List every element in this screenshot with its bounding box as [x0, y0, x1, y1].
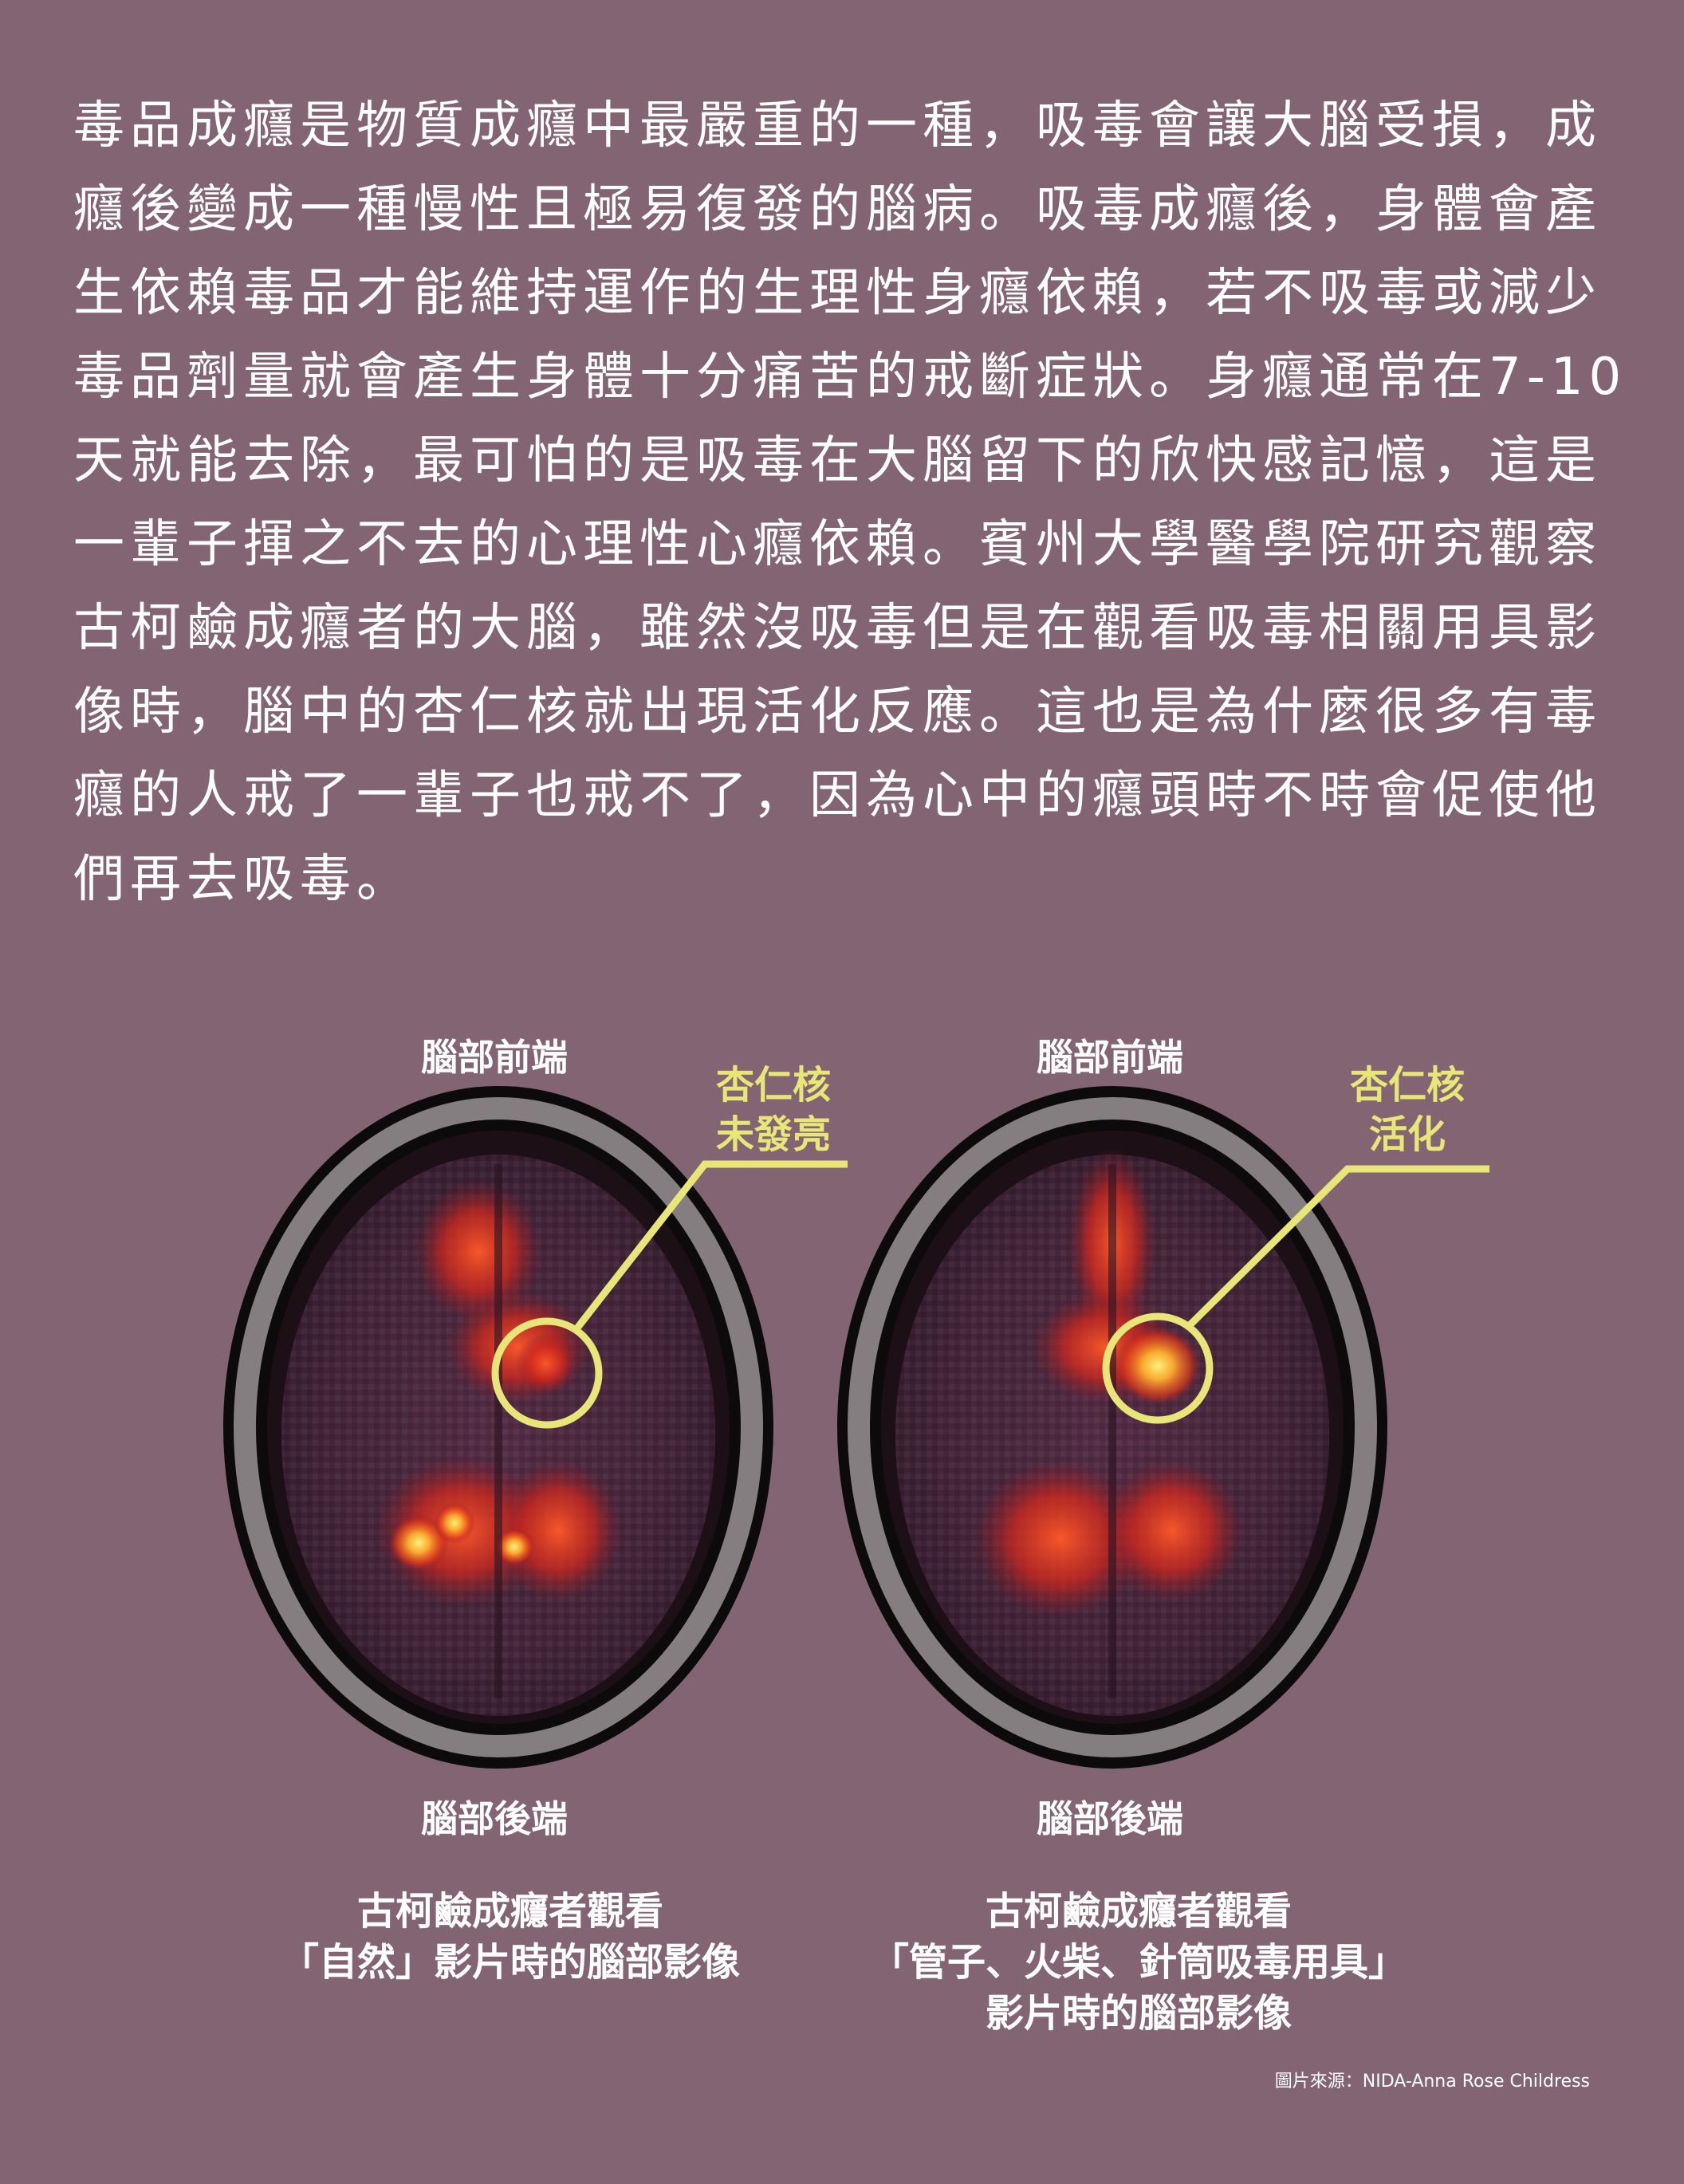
right-back-label: 腦部後端	[1037, 1797, 1183, 1840]
left-front-label: 腦部前端	[421, 1036, 568, 1079]
left-caption-line: 古柯鹼成癮者觀看	[356, 1889, 664, 1934]
left-callout-label: 杏仁核 未發亮	[716, 1061, 831, 1159]
right-caption-line: 「管子、火柴、針筒吸毒用具」	[870, 1940, 1407, 1985]
left-brain-scan	[223, 1086, 848, 1769]
right-callout-line: 杏仁核	[1349, 1063, 1466, 1108]
right-front-label: 腦部前端	[1037, 1036, 1183, 1079]
left-back-label: 腦部後端	[421, 1797, 568, 1840]
left-callout-line: 杏仁核	[715, 1063, 832, 1108]
right-caption: 古柯鹼成癮者觀看 「管子、火柴、針筒吸毒用具」 影片時的腦部影像	[871, 1886, 1407, 2039]
right-brain-scan	[837, 1086, 1489, 1769]
right-callout-line: 活化	[1368, 1112, 1446, 1157]
left-caption-line: 「自然」影片時的腦部影像	[280, 1940, 741, 1985]
brain-scan-figure: 腦部前端 杏仁核 未發亮 腦部後端 古柯鹼成癮者觀看 「自然」影片時的腦部影像 …	[0, 0, 1684, 2184]
left-callout-line: 未發亮	[715, 1112, 832, 1157]
right-callout-label: 杏仁核 活化	[1350, 1061, 1465, 1159]
image-credit: 圖片來源：NIDA-Anna Rose Childress	[1274, 2072, 1590, 2092]
right-caption-line: 影片時的腦部影像	[985, 1991, 1293, 2036]
left-caption: 古柯鹼成癮者觀看 「自然」影片時的腦部影像	[281, 1886, 740, 1988]
right-caption-line: 古柯鹼成癮者觀看	[985, 1889, 1293, 1934]
